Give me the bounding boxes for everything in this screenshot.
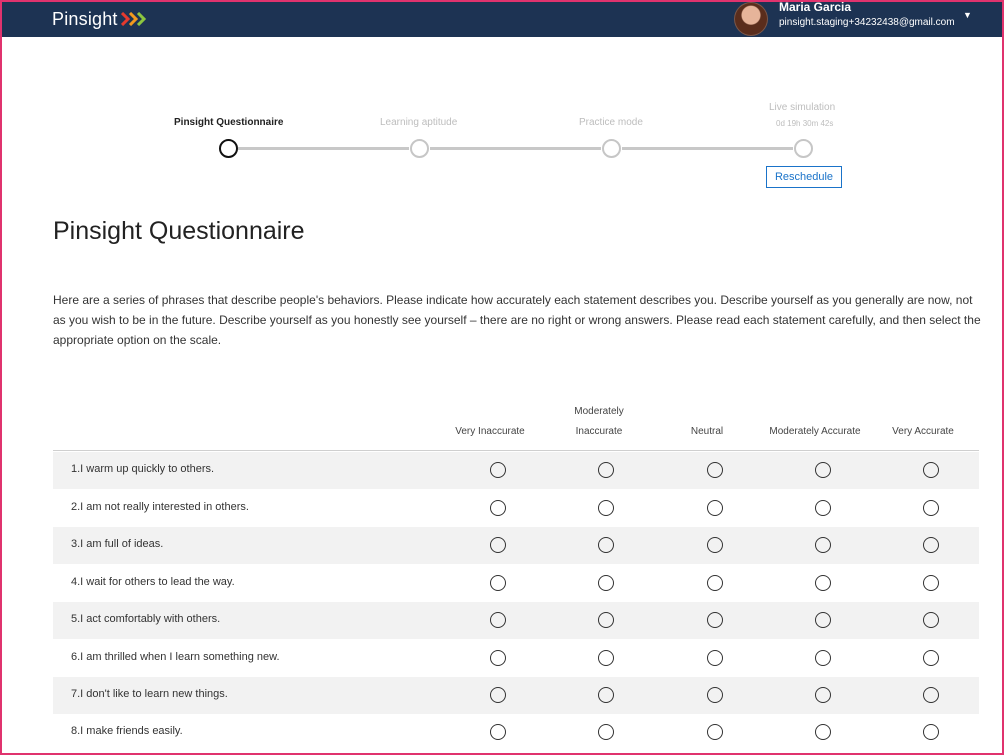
radio-very-inaccurate[interactable] <box>490 575 506 591</box>
step-dot-practice-mode <box>602 139 621 158</box>
question-row: 8.I make friends easily. <box>53 714 979 751</box>
step-dot-learning-aptitude <box>410 139 429 158</box>
live-simulation-timer: 0d 19h 30m 42s <box>776 119 834 128</box>
radio-very-accurate[interactable] <box>923 724 939 740</box>
radio-moderately-accurate[interactable] <box>815 462 831 478</box>
caret-down-icon[interactable]: ▼ <box>963 10 972 20</box>
radio-very-accurate[interactable] <box>923 500 939 516</box>
column-header-moderately-inaccurate-line1: Moderately <box>574 406 624 417</box>
user-email: pinsight.staging+34232438@gmail.com <box>779 17 955 28</box>
question-text: 2.I am not really interested in others. <box>71 501 249 513</box>
radio-moderately-accurate[interactable] <box>815 537 831 553</box>
radio-moderately-accurate[interactable] <box>815 724 831 740</box>
step-connector <box>622 147 793 150</box>
radio-very-accurate[interactable] <box>923 687 939 703</box>
intro-text: Here are a series of phrases that descri… <box>53 293 981 347</box>
step-connector <box>238 147 409 150</box>
radio-very-accurate[interactable] <box>923 537 939 553</box>
radio-very-accurate[interactable] <box>923 650 939 666</box>
radio-moderately-inaccurate[interactable] <box>598 500 614 516</box>
radio-moderately-inaccurate[interactable] <box>598 650 614 666</box>
radio-moderately-inaccurate[interactable] <box>598 612 614 628</box>
column-header-moderately-accurate: Moderately Accurate <box>769 426 861 437</box>
step-label-live-simulation: Live simulation <box>769 102 836 113</box>
page-title: Pinsight Questionnaire <box>53 217 305 245</box>
radio-neutral[interactable] <box>707 687 723 703</box>
radio-neutral[interactable] <box>707 537 723 553</box>
pinsight-logo[interactable]: Pinsight <box>52 6 151 32</box>
reschedule-button[interactable]: Reschedule <box>766 166 842 188</box>
radio-very-inaccurate[interactable] <box>490 500 506 516</box>
radio-neutral[interactable] <box>707 724 723 740</box>
step-connector <box>430 147 601 150</box>
question-row: 4.I wait for others to lead the way. <box>53 565 979 602</box>
step-label-learning-aptitude: Learning aptitude <box>380 117 458 128</box>
table-divider <box>53 450 979 451</box>
radio-very-inaccurate[interactable] <box>490 612 506 628</box>
question-text: 4.I wait for others to lead the way. <box>71 576 235 588</box>
column-header-neutral: Neutral <box>690 426 724 437</box>
radio-moderately-accurate[interactable] <box>815 612 831 628</box>
top-navbar: Pinsight Maria Garcia pinsight.staging+3… <box>2 2 1002 37</box>
radio-moderately-accurate[interactable] <box>815 687 831 703</box>
logo-text: Pinsight <box>52 8 118 29</box>
radio-moderately-accurate[interactable] <box>815 575 831 591</box>
question-row: 1.I warm up quickly to others. <box>53 452 979 489</box>
question-row: 2.I am not really interested in others. <box>53 490 979 527</box>
radio-neutral[interactable] <box>707 500 723 516</box>
radio-very-accurate[interactable] <box>923 462 939 478</box>
radio-very-accurate[interactable] <box>923 612 939 628</box>
radio-neutral[interactable] <box>707 575 723 591</box>
question-row: 5.I act comfortably with others. <box>53 602 979 639</box>
app-frame: Pinsight Maria Garcia pinsight.staging+3… <box>0 0 1004 755</box>
question-text: 3.I am full of ideas. <box>71 538 164 550</box>
avatar[interactable] <box>734 2 768 36</box>
question-row: 3.I am full of ideas. <box>53 527 979 564</box>
question-text: 5.I act comfortably with others. <box>71 613 221 625</box>
question-row: 7.I don't like to learn new things. <box>53 677 979 714</box>
radio-moderately-inaccurate[interactable] <box>598 724 614 740</box>
radio-very-inaccurate[interactable] <box>490 687 506 703</box>
radio-neutral[interactable] <box>707 612 723 628</box>
radio-moderately-accurate[interactable] <box>815 500 831 516</box>
step-label-practice-mode: Practice mode <box>579 117 643 128</box>
question-text: 1.I warm up quickly to others. <box>71 463 215 475</box>
user-menu[interactable]: Maria Garcia pinsight.staging+34232438@g… <box>734 2 994 37</box>
radio-neutral[interactable] <box>707 650 723 666</box>
radio-moderately-inaccurate[interactable] <box>598 687 614 703</box>
logo-chevrons-icon <box>120 12 151 26</box>
step-dot-live-simulation <box>794 139 813 158</box>
step-dot-questionnaire <box>219 139 238 158</box>
user-name: Maria Garcia <box>779 0 852 14</box>
column-header-very-inaccurate: Very Inaccurate <box>455 426 525 437</box>
radio-neutral[interactable] <box>707 462 723 478</box>
question-row: 6.I am thrilled when I learn something n… <box>53 640 979 677</box>
question-text: 7.I don't like to learn new things. <box>71 688 228 700</box>
radio-moderately-inaccurate[interactable] <box>598 537 614 553</box>
radio-moderately-accurate[interactable] <box>815 650 831 666</box>
radio-very-inaccurate[interactable] <box>490 724 506 740</box>
radio-very-inaccurate[interactable] <box>490 650 506 666</box>
question-text: 8.I make friends easily. <box>71 725 183 737</box>
radio-very-inaccurate[interactable] <box>490 462 506 478</box>
question-text: 6.I am thrilled when I learn something n… <box>71 651 280 663</box>
column-header-moderately-inaccurate-line2: Inaccurate <box>575 426 623 437</box>
column-header-very-accurate: Very Accurate <box>892 426 954 437</box>
radio-moderately-inaccurate[interactable] <box>598 575 614 591</box>
radio-very-inaccurate[interactable] <box>490 537 506 553</box>
radio-moderately-inaccurate[interactable] <box>598 462 614 478</box>
step-label-questionnaire: Pinsight Questionnaire <box>174 117 284 128</box>
radio-very-accurate[interactable] <box>923 575 939 591</box>
